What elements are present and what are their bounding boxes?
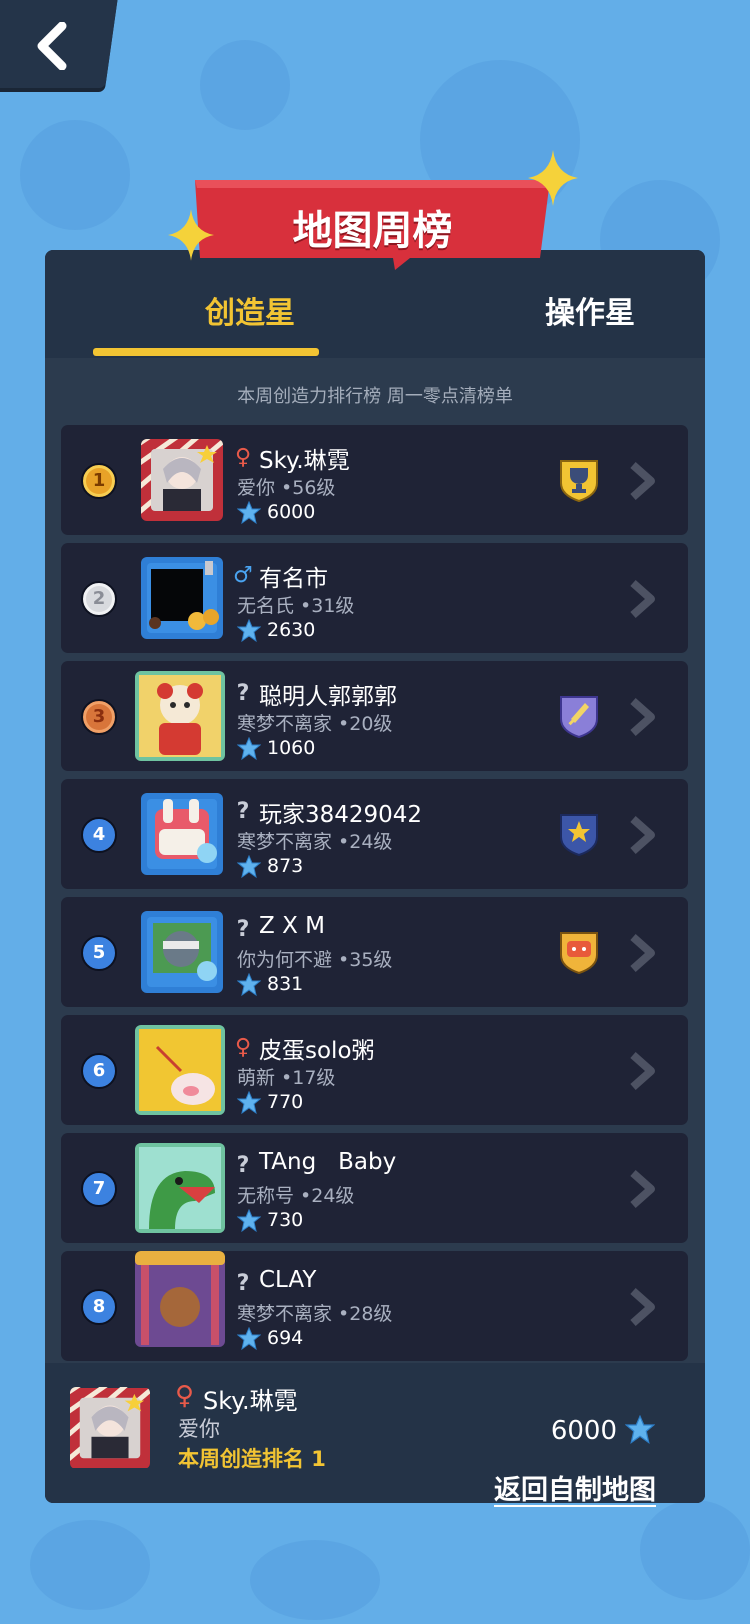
page-title: 地图周榜 [292, 208, 453, 254]
avatar[interactable] [141, 793, 223, 875]
my-score: 6000 [550, 1416, 617, 1446]
player-title-level: 爱你 •56级 [237, 477, 336, 499]
avatar[interactable] [135, 1025, 225, 1115]
avatar[interactable] [141, 911, 223, 993]
player-name: 有名市 [259, 566, 328, 592]
trophy-badge-icon [560, 460, 598, 503]
list-item[interactable]: 6 ♀ 皮蛋solo粥 萌新 •17级 770 [61, 1015, 688, 1125]
chevron-right-icon[interactable] [627, 933, 657, 973]
star-badge-icon [560, 814, 598, 857]
star-gem-icon [237, 855, 261, 879]
player-name: CLAY [259, 1267, 317, 1293]
rank-badge: 6 [81, 1053, 117, 1089]
tab-operator-star[interactable]: 操作星 [470, 288, 705, 332]
avatar[interactable] [141, 557, 223, 639]
player-score: 1060 [267, 737, 316, 759]
player-score: 6000 [267, 501, 316, 523]
player-title-level: 寒梦不离家 •24级 [237, 831, 393, 853]
active-tab-indicator [93, 348, 319, 356]
rank-badge: 2 [81, 581, 117, 617]
avatar[interactable] [135, 1251, 225, 1347]
star-gem-icon [237, 1209, 261, 1233]
player-score: 770 [267, 1091, 304, 1113]
chevron-right-icon[interactable] [627, 579, 657, 619]
player-title-level: 你为何不避 •35级 [237, 949, 393, 971]
star-gem-icon [237, 1327, 261, 1351]
list-item[interactable]: 8 ? CLAY 寒梦不离家 •28级 694 [61, 1251, 688, 1361]
player-score: 873 [267, 855, 304, 877]
leaderboard-panel: 创造星 操作星 本周创造力排行榜 周一零点清榜单 1 ♀ Sky.琳霓 爱你 •… [45, 250, 705, 1503]
rank-badge: 3 [81, 699, 117, 735]
tab-creator-star[interactable]: 创造星 [130, 288, 370, 332]
list-item[interactable]: 2 ♂ 有名市 无名氏 •31级 2630 [61, 543, 688, 653]
star-gem-icon [625, 1415, 655, 1444]
player-name: Sky.琳霓 [259, 448, 350, 474]
player-score: 2630 [267, 619, 316, 641]
list-item[interactable]: 5 ? Z X M 你为何不避 •35级 831 [61, 897, 688, 1007]
player-name: 玩家38429042 [259, 802, 423, 828]
return-to-custom-maps-link[interactable]: 返回自制地图 [494, 1468, 656, 1507]
chevron-right-icon[interactable] [627, 1287, 657, 1327]
list-item[interactable]: 4 ? 玩家38429042 寒梦不离家 •24级 873 [61, 779, 688, 889]
my-title: 爱你 [178, 1417, 220, 1441]
star-gem-icon [237, 501, 261, 525]
gender-female-icon: ♀ [234, 1035, 252, 1060]
player-title-level: 寒梦不离家 •28级 [237, 1303, 393, 1325]
player-score: 694 [267, 1327, 304, 1349]
star-gem-icon [237, 973, 261, 997]
player-name: TAng Baby [259, 1149, 397, 1175]
title-ribbon: 地图周榜 [195, 180, 550, 270]
avatar[interactable] [141, 439, 223, 521]
gender-unknown-icon: ? [236, 1153, 250, 1178]
face-badge-icon [560, 932, 598, 975]
gender-unknown-icon: ? [236, 917, 250, 942]
avatar[interactable] [135, 671, 225, 761]
rank-badge: 8 [81, 1289, 117, 1325]
chevron-right-icon[interactable] [627, 1051, 657, 1091]
chevron-right-icon[interactable] [627, 461, 657, 501]
gender-male-icon: ♂ [233, 563, 253, 588]
leaderboard-subtitle: 本周创造力排行榜 周一零点清榜单 [237, 386, 513, 407]
player-score: 831 [267, 973, 304, 995]
player-name: 聪明人郭郭郭 [259, 684, 397, 710]
my-weekly-rank: 本周创造排名 1 [178, 1447, 326, 1471]
rank-badge: 5 [81, 935, 117, 971]
player-title-level: 萌新 •17级 [237, 1067, 336, 1089]
list-item[interactable]: 1 ♀ Sky.琳霓 爱你 •56级 6000 [61, 425, 688, 535]
player-title-level: 无名氏 •31级 [237, 595, 355, 617]
player-name: 皮蛋solo粥 [259, 1038, 375, 1064]
sparkle-icon [528, 150, 578, 206]
chevron-right-icon[interactable] [627, 1169, 657, 1209]
player-score: 730 [267, 1209, 304, 1231]
my-name: Sky.琳霓 [203, 1387, 298, 1415]
list-item[interactable]: 3 ? 聪明人郭郭郭 寒梦不离家 •20级 1060 [61, 661, 688, 771]
gender-unknown-icon: ? [236, 1271, 250, 1296]
player-title-level: 寒梦不离家 •20级 [237, 713, 393, 735]
avatar[interactable] [135, 1143, 225, 1233]
chevron-right-icon[interactable] [627, 815, 657, 855]
gender-unknown-icon: ? [236, 681, 250, 706]
rank-badge: 4 [81, 817, 117, 853]
gender-female-icon: ♀ [234, 445, 252, 470]
list-item[interactable]: 7 ? TAng Baby 无称号 •24级 730 [61, 1133, 688, 1243]
star-gem-icon [237, 1091, 261, 1115]
rank-badge: 7 [81, 1171, 117, 1207]
sparkle-icon [168, 209, 214, 261]
chevron-right-icon[interactable] [627, 697, 657, 737]
star-gem-icon [237, 737, 261, 761]
my-avatar[interactable] [70, 1387, 150, 1469]
leaderboard-list[interactable]: 1 ♀ Sky.琳霓 爱你 •56级 6000 2 ♂ 有名市 无名氏 •31级… [45, 425, 705, 1503]
star-gem-icon [237, 619, 261, 643]
player-title-level: 无称号 •24级 [237, 1185, 355, 1207]
chevron-left-icon[interactable] [32, 22, 72, 70]
rank-badge: 1 [81, 463, 117, 499]
gender-unknown-icon: ? [236, 799, 250, 824]
sword-badge-icon [560, 696, 598, 739]
gender-female-icon: ♀ [175, 1381, 195, 1411]
player-name: Z X M [259, 913, 325, 939]
